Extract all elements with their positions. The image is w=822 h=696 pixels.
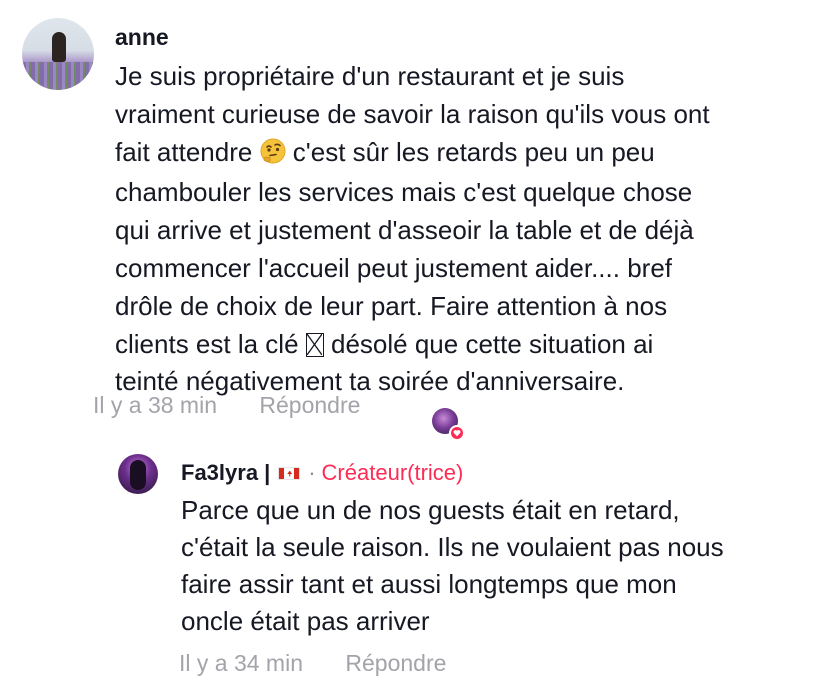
comment-line-segment: c'est sûr les retards peu un peu xyxy=(292,136,655,167)
comment-line: drôle de choix de leur part. Faire atten… xyxy=(115,290,668,321)
reply-button[interactable]: Répondre xyxy=(259,392,360,419)
comment-text: Je suis propriétaire d'un restaurant et … xyxy=(115,58,815,401)
comment-meta: Il y a 38 min Répondre xyxy=(93,392,360,419)
comment-line: fait attendre c'est sûr les retards peu … xyxy=(115,134,815,175)
avatar-figure xyxy=(52,32,66,62)
reply-line: oncle était pas arriver xyxy=(181,606,430,636)
reply-text: Parce que un de nos guests était en reta… xyxy=(181,492,801,640)
comment-line: commencer l'accueil peut justement aider… xyxy=(115,252,673,283)
comment-timestamp: Il y a 38 min xyxy=(93,392,217,418)
reply-button[interactable]: Répondre xyxy=(345,650,446,677)
reply-timestamp: Il y a 34 min xyxy=(179,650,303,676)
avatar[interactable] xyxy=(22,18,94,90)
creator-badge: Créateur(trice) xyxy=(321,460,464,485)
maple-leaf-icon xyxy=(287,470,293,477)
comment-username[interactable]: anne xyxy=(115,24,169,51)
avatar[interactable] xyxy=(118,454,158,494)
comment-line: clients est la clé désolé que cette situ… xyxy=(115,326,815,364)
comment-line: vraiment curieuse de savoir la raison qu… xyxy=(115,98,710,129)
comment-line-segment: fait attendre xyxy=(115,136,253,167)
heart-icon xyxy=(449,425,465,441)
comment-line: chambouler les services mais c'est quelq… xyxy=(115,177,693,208)
reply-line: c'était la seule raison. Ils ne voulaien… xyxy=(181,532,724,562)
thinking-face-emoji-icon xyxy=(260,137,286,175)
missing-glyph-icon xyxy=(305,332,324,357)
avatar-figure xyxy=(130,460,146,490)
comment-line: qui arrive et justement d'asseoir la tab… xyxy=(115,215,694,246)
reply-meta: Il y a 34 min Répondre xyxy=(179,650,446,677)
reply-username[interactable]: Fa3lyra xyxy=(181,460,258,486)
comment-line-segment: désolé que cette situation ai xyxy=(331,328,654,359)
avatar-background xyxy=(22,62,94,90)
username-separator: | xyxy=(264,460,271,485)
reply-line: faire assir tant et aussi longtemps que … xyxy=(181,569,677,599)
canada-flag-icon xyxy=(278,466,301,480)
reply-line: Parce que un de nos guests était en reta… xyxy=(181,495,680,525)
reply-header: Fa3lyra | · Créateur(trice) xyxy=(181,460,463,486)
comment-line-segment: clients est la clé xyxy=(115,328,299,359)
comment-line: Je suis propriétaire d'un restaurant et … xyxy=(115,61,625,91)
dot-separator: · xyxy=(308,460,316,485)
